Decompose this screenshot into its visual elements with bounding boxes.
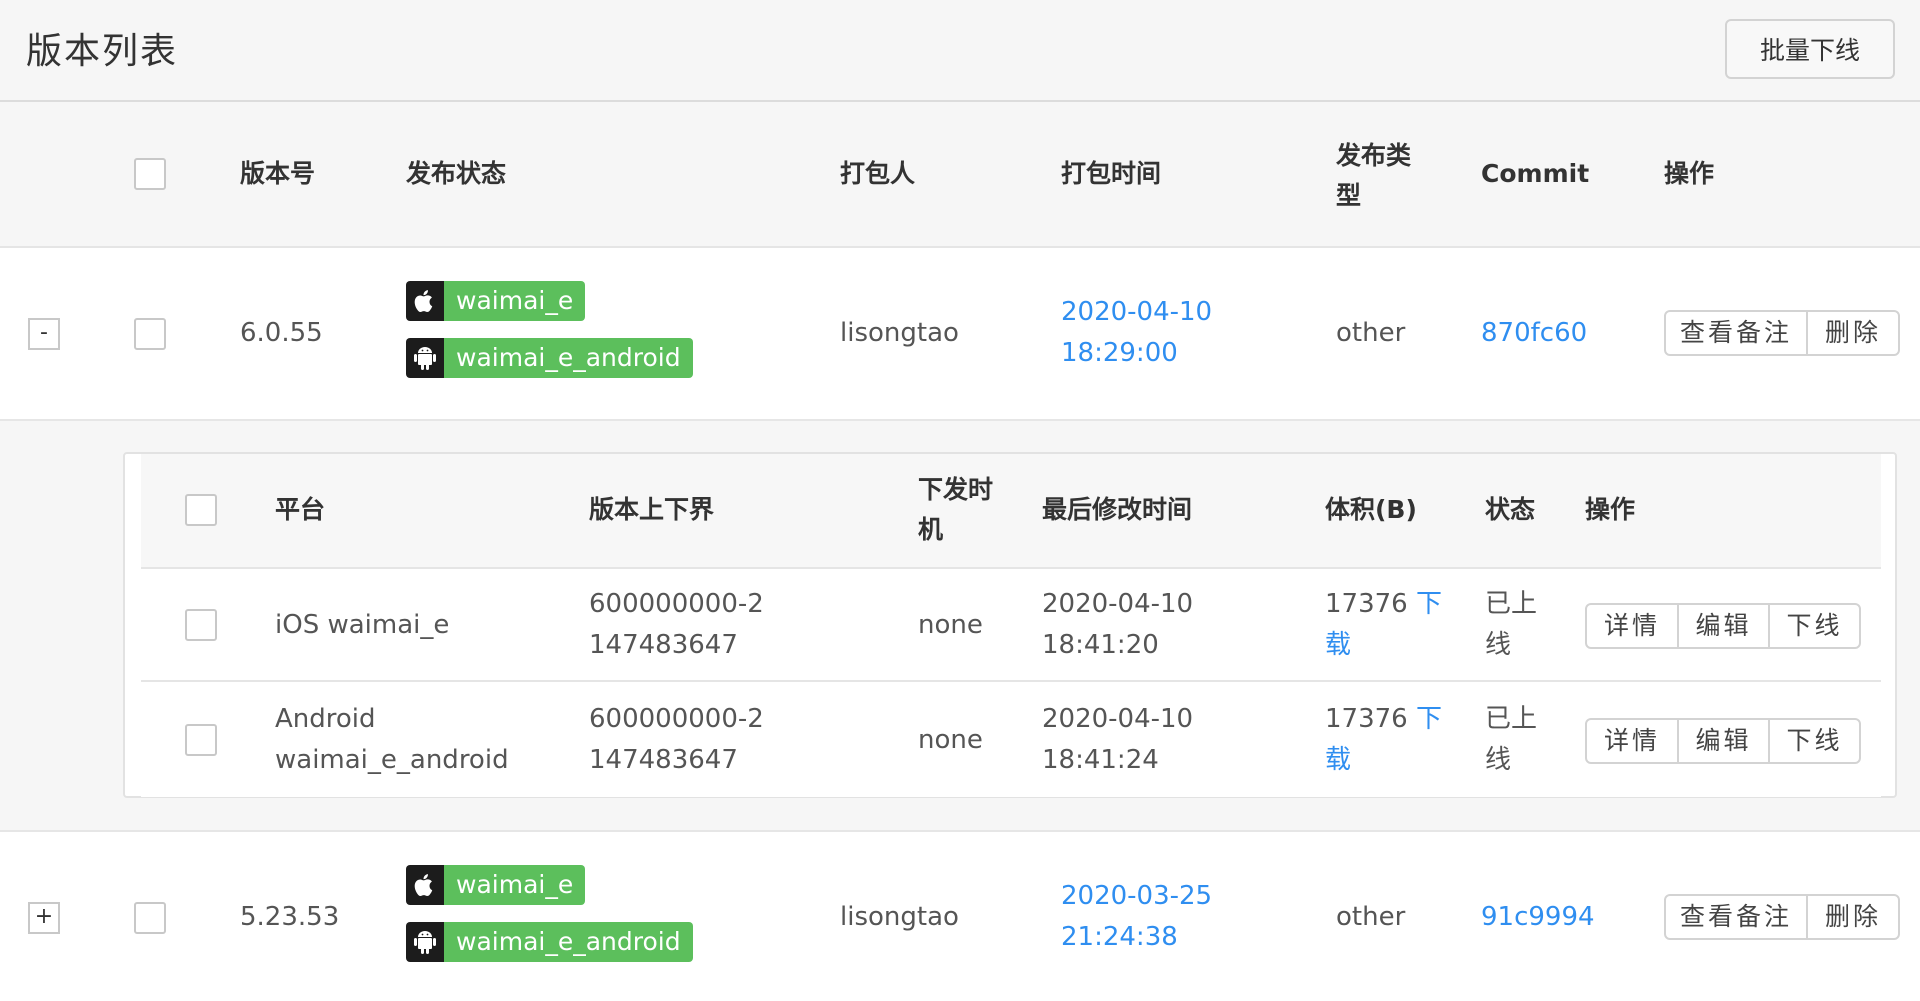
dispatch-timing: none — [918, 725, 983, 755]
column-header-platform: 平台 — [275, 495, 326, 524]
edit-button[interactable]: 编辑 — [1677, 720, 1768, 762]
batch-offline-button[interactable]: 批量下线 — [1725, 19, 1895, 79]
commit-link[interactable]: 870fc60 — [1481, 313, 1587, 354]
page-title: 版本列表 — [26, 31, 179, 72]
subtable-row-checkbox[interactable] — [185, 609, 217, 641]
status-text: 已上线 — [1485, 704, 1538, 775]
delete-button[interactable]: 删除 — [1806, 896, 1898, 938]
column-header-publish-type: 发布类型 — [1336, 141, 1412, 210]
version-number: 6.0.55 — [240, 318, 323, 348]
detail-button[interactable]: 详情 — [1587, 605, 1677, 647]
table-row: - 6.0.55 waimai_e waimai_e_android lison… — [0, 248, 1920, 421]
package-name: waimai_e — [444, 281, 586, 321]
last-modified-time: 2020-04-10 18:41:24 — [1042, 704, 1194, 775]
column-header-sub-actions: 操作 — [1585, 495, 1636, 524]
delete-button[interactable]: 删除 — [1806, 312, 1898, 354]
publish-type: other — [1336, 318, 1406, 348]
collapse-row-toggle[interactable]: - — [28, 318, 60, 350]
column-header-size: 体积(B) — [1325, 495, 1417, 524]
column-header-version: 版本号 — [240, 159, 316, 188]
android-icon — [406, 922, 444, 962]
select-all-checkbox[interactable] — [134, 158, 166, 190]
platform-name: iOS waimai_e — [275, 610, 450, 640]
platform-name: Android waimai_e_android — [275, 704, 509, 775]
offline-button[interactable]: 下线 — [1768, 720, 1859, 762]
view-note-button[interactable]: 查看备注 — [1666, 896, 1806, 938]
size-cell: 17376 下载 — [1325, 584, 1455, 666]
expand-row-toggle[interactable]: + — [28, 902, 60, 934]
subtable-header: 平台 版本上下界 下发时机 最后修改时间 体积(B) 状态 操作 — [141, 454, 1881, 569]
status-text: 已上线 — [1485, 589, 1538, 660]
table-header: 版本号 发布状态 打包人 打包时间 发布类型 Commit 操作 — [0, 102, 1920, 248]
row-action-buttons: 查看备注 删除 — [1664, 310, 1900, 356]
dispatch-timing: none — [918, 610, 983, 640]
column-header-publish-status: 发布状态 — [406, 159, 507, 188]
column-header-actions: 操作 — [1664, 159, 1715, 188]
subtable-row-checkbox[interactable] — [185, 724, 217, 756]
packager-name: lisongtao — [840, 318, 959, 348]
subtable-action-buttons: 详情 编辑 下线 — [1585, 603, 1861, 649]
version-range: 600000000-2147483647 — [589, 704, 764, 775]
apple-icon — [406, 281, 444, 321]
row-checkbox[interactable] — [134, 318, 166, 350]
page-header: 版本列表 批量下线 — [0, 0, 1920, 102]
platform-subtable: 平台 版本上下界 下发时机 最后修改时间 体积(B) 状态 操作 iOS wai… — [123, 452, 1897, 798]
package-name: waimai_e — [444, 865, 586, 905]
subtable-action-buttons: 详情 编辑 下线 — [1585, 718, 1861, 764]
expanded-row-detail: 平台 版本上下界 下发时机 最后修改时间 体积(B) 状态 操作 iOS wai… — [0, 421, 1920, 832]
size-value: 17376 — [1325, 589, 1408, 619]
version-number: 5.23.53 — [240, 902, 340, 932]
column-header-last-modified: 最后修改时间 — [1042, 495, 1193, 524]
subtable-select-all-checkbox[interactable] — [185, 494, 217, 526]
pack-time-link[interactable]: 2020-04-10 18:29:00 — [1061, 292, 1251, 374]
package-tag-android: waimai_e_android — [406, 338, 693, 378]
last-modified-time: 2020-04-10 18:41:20 — [1042, 589, 1194, 660]
publish-type: other — [1336, 902, 1406, 932]
column-header-status: 状态 — [1485, 495, 1536, 524]
packager-name: lisongtao — [840, 902, 959, 932]
subtable-row: iOS waimai_e 600000000-2147483647 none 2… — [141, 569, 1881, 682]
row-checkbox[interactable] — [134, 902, 166, 934]
column-header-packager: 打包人 — [840, 159, 916, 188]
package-name: waimai_e_android — [444, 922, 693, 962]
size-value: 17376 — [1325, 704, 1408, 734]
android-icon — [406, 338, 444, 378]
pack-time-link[interactable]: 2020-03-25 21:24:38 — [1061, 876, 1251, 958]
row-action-buttons: 查看备注 删除 — [1664, 894, 1900, 940]
package-tag-ios: waimai_e — [406, 281, 586, 321]
commit-link[interactable]: 91c9994 — [1481, 897, 1595, 938]
view-note-button[interactable]: 查看备注 — [1666, 312, 1806, 354]
detail-button[interactable]: 详情 — [1587, 720, 1677, 762]
size-cell: 17376 下载 — [1325, 699, 1455, 781]
package-name: waimai_e_android — [444, 338, 693, 378]
edit-button[interactable]: 编辑 — [1677, 605, 1768, 647]
column-header-commit: Commit — [1481, 159, 1590, 188]
column-header-pack-time: 打包时间 — [1061, 159, 1162, 188]
subtable-row: Android waimai_e_android 600000000-21474… — [141, 684, 1881, 797]
column-header-version-range: 版本上下界 — [589, 495, 715, 524]
column-header-dispatch-timing: 下发时机 — [918, 475, 994, 544]
offline-button[interactable]: 下线 — [1768, 605, 1859, 647]
apple-icon — [406, 865, 444, 905]
table-row: + 5.23.53 waimai_e waimai_e_android liso… — [0, 832, 1920, 1001]
package-tag-android: waimai_e_android — [406, 922, 693, 962]
package-tag-ios: waimai_e — [406, 865, 586, 905]
version-range: 600000000-2147483647 — [589, 589, 764, 660]
